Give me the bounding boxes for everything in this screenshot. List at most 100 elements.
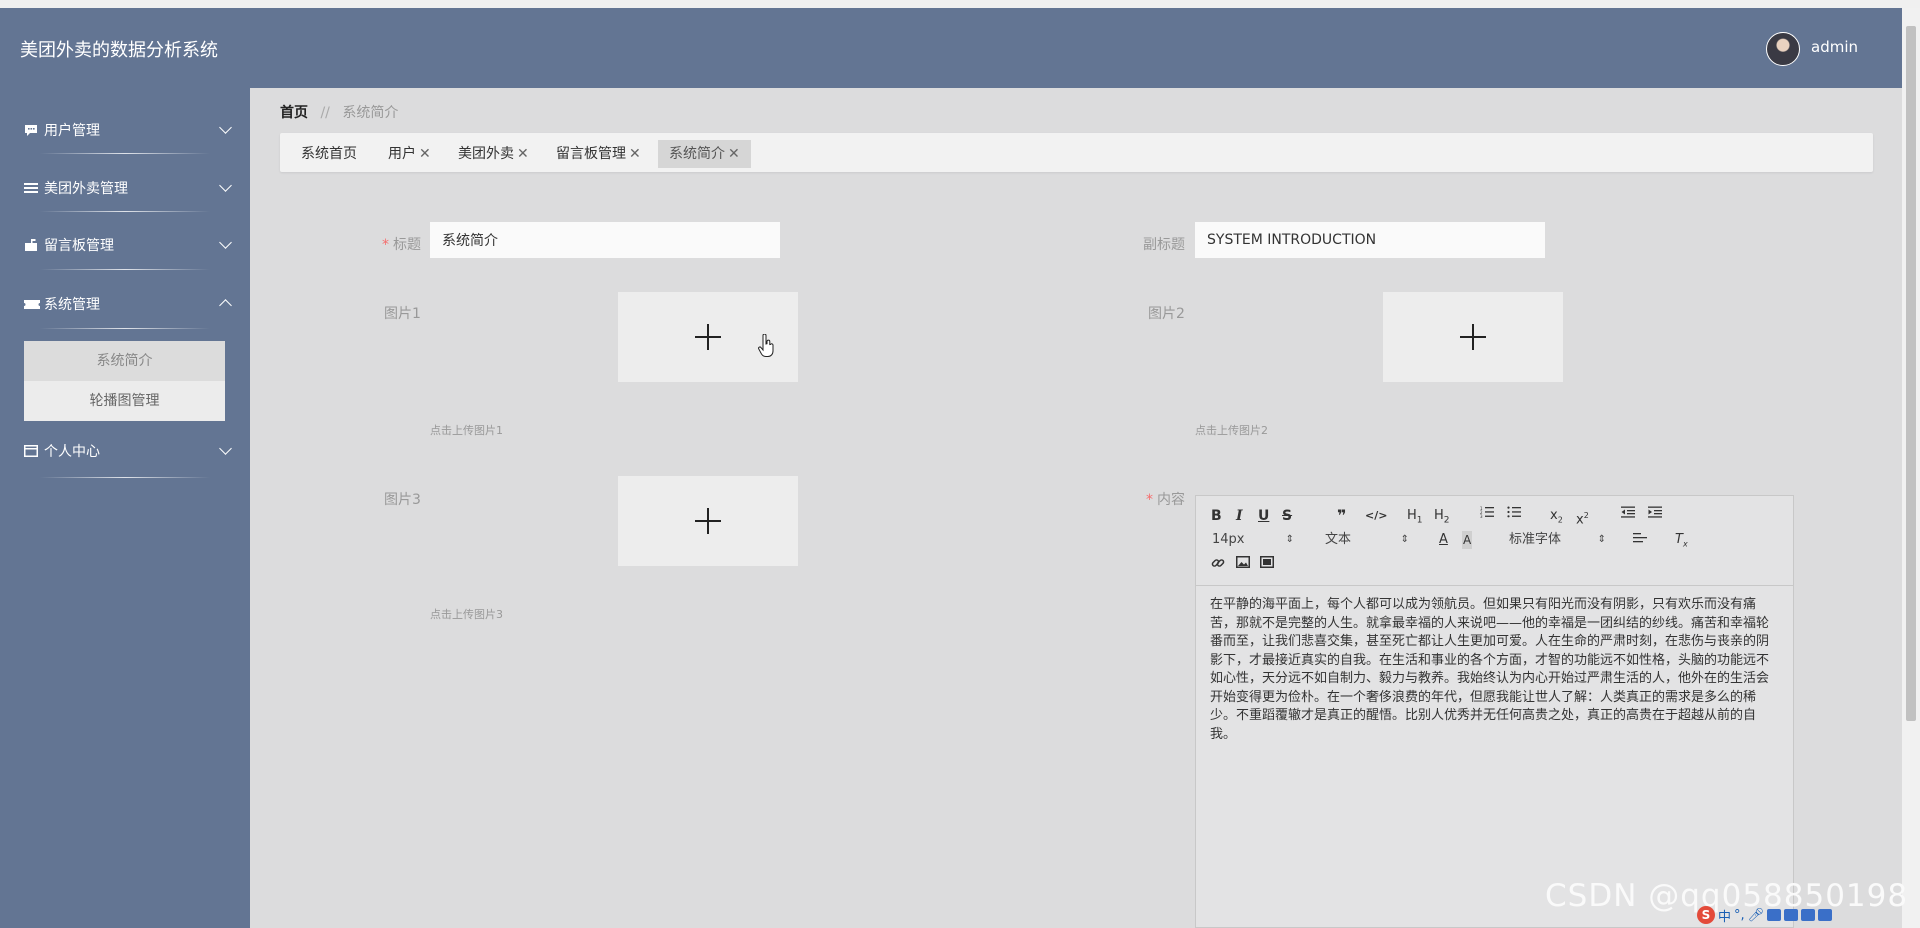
top-header: 美团外卖的数据分析系统 admin xyxy=(0,8,1902,88)
outdent-icon[interactable] xyxy=(1621,506,1635,524)
title-label: * 标题 xyxy=(382,237,421,253)
tab-system-intro[interactable]: 系统简介 ✕ xyxy=(658,140,751,168)
pic1-upload-hint: 点击上传图片1 xyxy=(430,424,503,437)
breadcrumb-home[interactable]: 首页 xyxy=(280,105,308,121)
pic3-label: 图片3 xyxy=(384,492,421,508)
sidebar-item-user-management[interactable]: 用户管理 xyxy=(24,115,232,145)
italic-button[interactable]: I xyxy=(1236,507,1243,525)
close-icon[interactable]: ✕ xyxy=(728,146,740,162)
font-family-select[interactable]: 标准字体 ⇕ xyxy=(1509,531,1606,549)
link-icon[interactable] xyxy=(1211,556,1225,576)
ime-language[interactable]: 中 xyxy=(1718,906,1731,925)
bullet-list-icon[interactable] xyxy=(1507,506,1521,524)
sidebar-divider xyxy=(40,211,210,212)
close-icon[interactable]: ✕ xyxy=(517,146,529,162)
sogou-logo-icon: S xyxy=(1697,906,1715,924)
sidebar-divider xyxy=(40,328,210,329)
ordered-list-icon[interactable]: 123 xyxy=(1480,506,1494,524)
breadcrumb-separator: // xyxy=(320,105,330,121)
scrollbar-thumb[interactable] xyxy=(1906,26,1916,721)
sidebar-item-personal-center[interactable]: 个人中心 xyxy=(24,436,232,466)
subtitle-input[interactable] xyxy=(1195,222,1545,258)
sidebar-item-system-management[interactable]: 系统管理 xyxy=(24,289,232,319)
code-block-button[interactable]: </> xyxy=(1365,507,1387,525)
editor-toolbar: B I U S ❞ </> H1 H2 123 x2 x2 14px ⇕ 文本 ⇕ … xyxy=(1196,496,1793,586)
svg-text:3: 3 xyxy=(1480,514,1483,518)
microphone-icon[interactable]: 🎤︎ xyxy=(1748,908,1765,923)
header-select[interactable]: 文本 ⇕ xyxy=(1325,531,1409,549)
content-line: 在平静的海平面上，每个人都可以成为领航员。但如果只有阳光而没有阴影，只有欢乐而没… xyxy=(1210,597,1757,612)
user-avatar[interactable] xyxy=(1766,32,1800,66)
sidebar-item-label: 个人中心 xyxy=(44,444,100,460)
sidebar: 用户管理 美团外卖管理 留言板管理 系统管理 系统简介 轮播图管理 个人中心 xyxy=(0,88,250,928)
pic1-label: 图片1 xyxy=(384,306,421,322)
plus-icon-vertical xyxy=(707,508,709,534)
blockquote-button[interactable]: ❞ xyxy=(1337,507,1346,525)
mailbox-icon xyxy=(24,238,40,252)
pic3-upload-hint: 点击上传图片3 xyxy=(430,608,503,621)
header2-button[interactable]: H2 xyxy=(1434,507,1450,530)
tab-label: 用户 xyxy=(388,146,416,162)
content-line: 番而至，让我们悲喜交集，甚至死亡都让人生更加可爱。人在生命的严肃时刻，在悲伤与丧… xyxy=(1210,634,1770,649)
subtitle-label: 副标题 xyxy=(1143,237,1185,253)
sidebar-item-meituan-management[interactable]: 美团外卖管理 xyxy=(24,173,232,203)
sidebar-item-label: 美团外卖管理 xyxy=(44,181,128,197)
chevron-up-icon xyxy=(219,299,232,312)
close-icon[interactable]: ✕ xyxy=(419,146,431,162)
card-icon xyxy=(24,444,40,458)
toolbox-icon[interactable] xyxy=(1818,909,1833,921)
sidebar-item-label: 用户管理 xyxy=(44,123,100,139)
clear-format-icon[interactable]: Tx xyxy=(1675,531,1688,554)
breadcrumb: 首页 // 系统简介 xyxy=(280,102,398,122)
chevron-down-icon xyxy=(219,179,232,192)
superscript-button[interactable]: x2 xyxy=(1576,507,1589,529)
tab-home[interactable]: 系统首页 xyxy=(290,140,368,168)
punctuation-icon[interactable]: °, xyxy=(1734,908,1745,923)
submenu-item-carousel-management[interactable]: 轮播图管理 xyxy=(24,381,225,421)
align-left-icon[interactable] xyxy=(1633,532,1647,550)
bold-button[interactable]: B xyxy=(1211,507,1222,525)
underline-button[interactable]: U xyxy=(1258,507,1269,525)
pic3-upload[interactable] xyxy=(618,476,798,566)
font-color-button[interactable]: A xyxy=(1439,531,1448,549)
video-icon[interactable] xyxy=(1260,556,1274,574)
pic2-upload[interactable] xyxy=(1383,292,1563,382)
indent-icon[interactable] xyxy=(1648,506,1662,524)
tab-label: 系统简介 xyxy=(669,146,725,162)
content-line: 如心性，天分远不如自制力、毅力与教养。我始终认为内心开始过严肃生活的人，他外在的… xyxy=(1210,671,1770,686)
keyboard-icon[interactable] xyxy=(1767,909,1782,921)
pic2-upload-hint: 点击上传图片2 xyxy=(1195,424,1268,437)
editor-content[interactable]: 在平静的海平面上，每个人都可以成为领航员。但如果只有阳光而没有阴影，只有欢乐而没… xyxy=(1210,596,1772,744)
title-input[interactable] xyxy=(430,222,780,258)
tab-meituan[interactable]: 美团外卖 ✕ xyxy=(447,140,540,168)
tab-bar: 系统首页 用户 ✕ 美团外卖 ✕ 留言板管理 ✕ 系统简介 ✕ xyxy=(280,133,1873,172)
username[interactable]: admin xyxy=(1811,38,1858,56)
font-size-select[interactable]: 14px ⇕ xyxy=(1212,531,1294,549)
submenu-item-system-intro[interactable]: 系统简介 xyxy=(24,341,225,381)
subscript-button[interactable]: x2 xyxy=(1550,507,1563,530)
image-icon[interactable] xyxy=(1236,556,1250,574)
chevron-down-icon xyxy=(219,121,232,134)
list-icon xyxy=(24,181,40,195)
tab-user[interactable]: 用户 ✕ xyxy=(377,140,442,168)
content-line: 苦，那就不是完整的人生。就拿最幸福的人来说吧——他的幸福是一团纠结的纱线。痛苦和… xyxy=(1210,615,1770,631)
sidebar-divider xyxy=(40,153,210,154)
content-line: 影下，才最接近真实的自我。在生活和事业的各个方面，才智的功能远不如性格，头脑的功… xyxy=(1210,652,1770,668)
sidebar-divider xyxy=(40,477,210,478)
skin-icon[interactable] xyxy=(1784,909,1799,921)
rich-text-editor: B I U S ❞ </> H1 H2 123 x2 x2 14px ⇕ 文本 ⇕ … xyxy=(1195,495,1794,928)
strikethrough-button[interactable]: S xyxy=(1282,507,1292,525)
page-scrollbar[interactable] xyxy=(1902,8,1920,928)
ticket-icon xyxy=(24,297,40,311)
background-color-button[interactable]: A xyxy=(1462,531,1473,549)
ime-toolbar[interactable]: S 中 °, 🎤︎ xyxy=(1697,904,1902,926)
close-icon[interactable]: ✕ xyxy=(629,146,641,162)
sidebar-item-message-board[interactable]: 留言板管理 xyxy=(24,230,232,260)
chevron-down-icon xyxy=(219,442,232,455)
game-icon[interactable] xyxy=(1801,909,1816,921)
tab-label: 美团外卖 xyxy=(458,146,514,162)
hand-pointer-icon xyxy=(758,333,774,358)
tab-label: 系统首页 xyxy=(301,146,357,162)
header1-button[interactable]: H1 xyxy=(1407,507,1423,530)
tab-message-board[interactable]: 留言板管理 ✕ xyxy=(545,140,652,168)
